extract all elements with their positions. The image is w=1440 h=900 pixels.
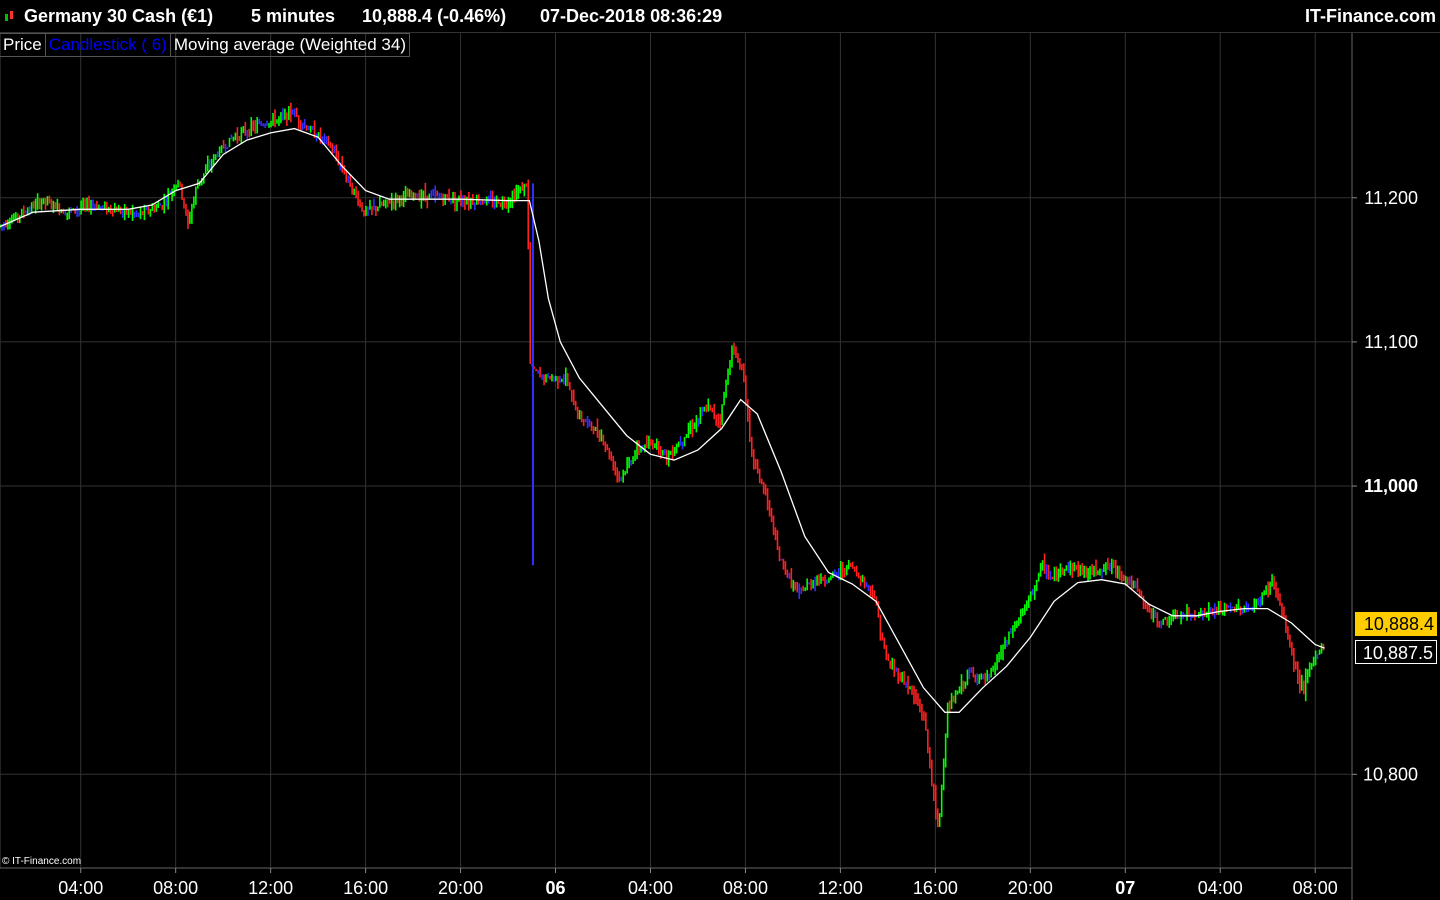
timeframe[interactable]: 5 minutes xyxy=(251,6,335,27)
x-tick-label: 20:00 xyxy=(438,878,483,898)
y-tick-label: 11,100 xyxy=(1364,332,1418,352)
price-chart[interactable]: 11,200 11,100 11,000 10,800 04:00 08:00 12:00 1… xyxy=(0,0,1440,900)
brand-name: IT-Finance.com xyxy=(1304,6,1436,26)
x-tick-label: 06 xyxy=(546,878,566,898)
ma-value-tag: 10,887.5 xyxy=(1355,640,1437,664)
x-tick-label: 08:00 xyxy=(723,878,768,898)
copyright: © IT-Finance.com xyxy=(2,856,82,867)
x-tick-label: 12:00 xyxy=(248,878,293,898)
quote-datetime: 07-Dec-2018 08:36:29 xyxy=(540,6,723,26)
instrument-name: Germany 30 Cash (€1) xyxy=(24,6,214,26)
title-bar: Germany 30 Cash (€1) 5 minutes 10,888.4 … xyxy=(0,0,1440,33)
y-tick-label: 10,800 xyxy=(1363,764,1418,784)
legend-moving-average[interactable]: Moving average (Weighted 34) xyxy=(171,34,409,56)
x-tick-label: 16:00 xyxy=(913,878,958,898)
y-tick-label: 11,200 xyxy=(1364,188,1418,208)
x-tick-label: 08:00 xyxy=(1293,878,1338,898)
legend-price[interactable]: Price xyxy=(0,34,45,56)
x-tick-label: 12:00 xyxy=(818,878,863,898)
y-tick-label: 11,000 xyxy=(1364,476,1418,496)
x-tick-label: 04:00 xyxy=(628,878,673,898)
x-tick-label: 08:00 xyxy=(153,878,198,898)
x-tick-label: 20:00 xyxy=(1008,878,1053,898)
last-price-tag: 10,888.4 xyxy=(1355,612,1437,636)
legend-candlestick[interactable]: Candlestick ( 6) xyxy=(46,34,170,56)
x-tick-label: 04:00 xyxy=(1198,878,1243,898)
candlestick-icon xyxy=(5,11,13,21)
x-tick-label: 07 xyxy=(1115,878,1135,898)
x-tick-label: 16:00 xyxy=(343,878,388,898)
last-price-change: 10,888.4 (-0.46%) xyxy=(362,6,507,26)
x-tick-label: 04:00 xyxy=(58,878,103,898)
indicator-legend[interactable]: Price Candlestick ( 6) Moving average (W… xyxy=(0,33,410,57)
